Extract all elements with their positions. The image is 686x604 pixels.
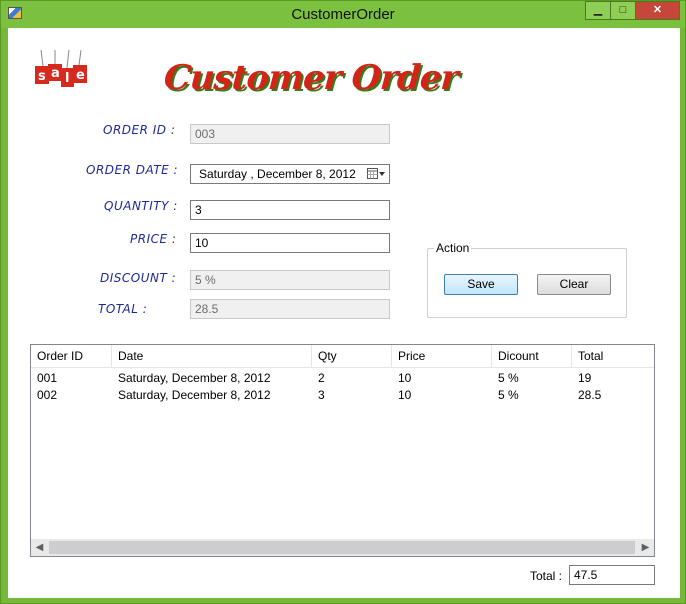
window-title: CustomerOrder [291, 6, 395, 23]
cell-total: 28.5 [578, 388, 602, 402]
maximize-button[interactable]: □ [610, 1, 636, 20]
column-header-date[interactable]: Date [112, 345, 312, 368]
order-date-value: Saturday , December 8, 2012 [199, 167, 356, 181]
table-row[interactable]: 001 Saturday, December 8, 2012 2 10 5 % … [31, 370, 654, 387]
cell-total: 19 [578, 371, 592, 385]
column-header-order-id[interactable]: Order ID [31, 345, 112, 368]
column-header-total[interactable]: Total [572, 345, 654, 368]
total-field[interactable]: 28.5 [190, 299, 390, 319]
svg-text:a: a [51, 66, 60, 81]
cell-date: Saturday, December 8, 2012 [118, 371, 271, 385]
horizontal-scrollbar[interactable]: ◀ ▶ [31, 539, 654, 556]
scroll-thumb[interactable] [49, 541, 635, 554]
grand-total-field[interactable]: 47.5 [569, 565, 655, 585]
cell-qty: 2 [318, 371, 325, 385]
cell-discount: 5 % [498, 371, 519, 385]
clear-button[interactable]: Clear [537, 274, 611, 295]
cell-discount: 5 % [498, 388, 519, 402]
save-button[interactable]: Save [444, 274, 518, 295]
page-title: Customer Order [162, 58, 459, 98]
app-window: CustomerOrder ▁ □ ✕ s a l e Customer Ord… [0, 0, 686, 604]
cell-price: 10 [398, 388, 412, 402]
svg-text:s: s [38, 69, 46, 84]
svg-text:e: e [76, 68, 85, 83]
order-id-field[interactable]: 003 [190, 124, 390, 144]
price-label: PRICE : [130, 232, 177, 246]
list-header: Order ID Date Qty Price Dicount Total [31, 345, 654, 368]
action-group-title: Action [434, 241, 472, 255]
column-header-price[interactable]: Price [392, 345, 492, 368]
table-row[interactable]: 002 Saturday, December 8, 2012 3 10 5 % … [31, 387, 654, 404]
column-header-discount[interactable]: Dicount [492, 345, 572, 368]
discount-field[interactable]: 5 % [190, 270, 390, 290]
column-header-qty[interactable]: Qty [312, 345, 392, 368]
total-label: TOTAL : [98, 302, 148, 316]
scroll-right-icon[interactable]: ▶ [637, 539, 654, 556]
price-field[interactable]: 10 [190, 233, 390, 253]
minimize-button[interactable]: ▁ [585, 1, 611, 20]
cell-order-id: 001 [37, 371, 58, 385]
discount-label: DISCOUNT : [100, 271, 177, 285]
orders-list-view[interactable]: Order ID Date Qty Price Dicount Total 00… [30, 344, 655, 557]
close-button[interactable]: ✕ [635, 1, 680, 20]
svg-text:l: l [65, 71, 69, 86]
sale-tags-icon: s a l e [35, 50, 87, 87]
scroll-left-icon[interactable]: ◀ [31, 539, 48, 556]
grand-total-label: Total : [530, 569, 563, 583]
order-date-label: ORDER DATE : [86, 163, 179, 177]
cell-price: 10 [398, 371, 412, 385]
quantity-label: QUANTITY : [104, 199, 178, 213]
cell-order-id: 002 [37, 388, 58, 402]
cell-date: Saturday, December 8, 2012 [118, 388, 271, 402]
form-client-area: s a l e Customer Order ORDER ID : 003 OR… [8, 28, 680, 598]
order-id-label: ORDER ID : [103, 123, 176, 137]
order-date-picker[interactable]: Saturday , December 8, 2012 [190, 164, 390, 184]
title-bar[interactable]: CustomerOrder ▁ □ ✕ [1, 1, 685, 28]
action-groupbox: Action Save Clear [427, 241, 627, 318]
calendar-dropdown-icon[interactable] [367, 168, 385, 180]
quantity-field[interactable]: 3 [190, 200, 390, 220]
cell-qty: 3 [318, 388, 325, 402]
